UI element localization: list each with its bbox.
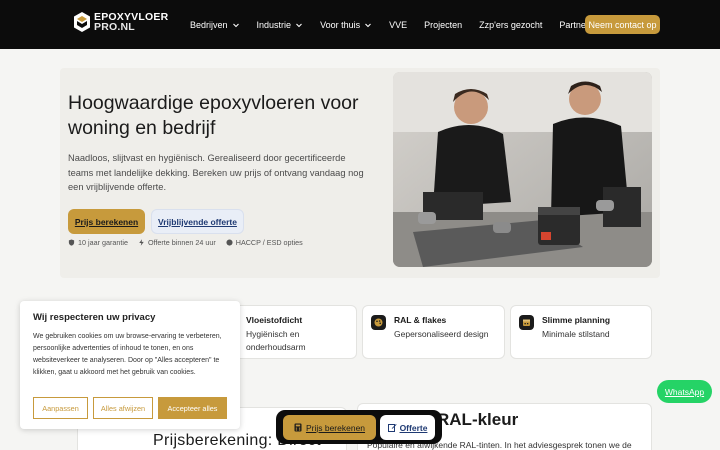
- feature-card-ral: RAL & flakes Gepersonaliseerd design: [362, 305, 505, 359]
- chevron-down-icon: [365, 23, 371, 27]
- shield-icon: [68, 239, 75, 246]
- chevron-down-icon: [232, 23, 239, 27]
- sticky-quote-button[interactable]: Offerte: [380, 415, 435, 440]
- menu-item-vve[interactable]: VVE: [389, 20, 407, 30]
- cookie-title: Wij respecteren uw privacy: [33, 312, 156, 323]
- menu-item-industrie[interactable]: Industrie: [257, 20, 304, 30]
- feature-title: Slimme planning: [542, 315, 611, 325]
- menu-label: Voor thuis: [320, 19, 361, 30]
- menu-label: Projecten: [424, 19, 463, 30]
- hero-description: Naadloos, slijtvast en hygiënisch. Gerea…: [68, 153, 364, 192]
- sticky-calculate-button[interactable]: Prijs berekenen: [283, 415, 376, 440]
- hero-photo-workers: [393, 72, 652, 267]
- cookie-accept-button[interactable]: Accepteer alles: [158, 397, 227, 419]
- feature-title: Vloeistofdicht: [246, 315, 303, 325]
- feature-subtitle: Gepersonaliseerd design: [394, 329, 489, 339]
- cookie-consent-banner: Wij respecteren uw privacy We gebruiken …: [20, 301, 240, 429]
- top-navbar: EPOXYVLOER PRO.NL Bedrijven Industrie Vo…: [0, 0, 720, 49]
- cookie-customize-button[interactable]: Aanpassen: [33, 397, 88, 419]
- menu-label: Industrie: [256, 19, 292, 30]
- calculator-icon: [294, 423, 302, 432]
- calculate-price-button[interactable]: Prijs berekenen: [68, 209, 145, 234]
- feature-subtitle: Minimale stilstand: [542, 329, 610, 339]
- free-quote-button[interactable]: Vrijblijvende offerte: [151, 209, 244, 234]
- badge-haccp: HACCP / ESD opties: [226, 238, 303, 247]
- hero-title: Hoogwaardige epoxyvloeren voor woning en…: [68, 92, 359, 139]
- brand-logo[interactable]: EPOXYVLOER PRO.NL: [74, 12, 168, 32]
- sticky-quote-label: Offerte: [399, 422, 428, 433]
- menu-item-projecten[interactable]: Projecten: [424, 20, 462, 30]
- menu-label: VVE: [389, 19, 408, 30]
- cookie-reject-button[interactable]: Alles afwijzen: [93, 397, 153, 419]
- menu-item-voor-thuis[interactable]: Voor thuis: [320, 20, 372, 30]
- trust-badges: 10 jaar garantie Offerte binnen 24 uur H…: [68, 238, 303, 247]
- lightning-icon: [139, 239, 144, 246]
- calendar-icon: [519, 315, 534, 330]
- badge-quote: Offerte binnen 24 uur: [138, 238, 216, 247]
- menu-label: Bedrijven: [190, 19, 228, 30]
- badge-label: 10 jaar garantie: [78, 238, 128, 247]
- badge-label: HACCP / ESD opties: [235, 238, 303, 247]
- whatsapp-button[interactable]: WhatsApp: [657, 380, 712, 403]
- sticky-calculate-label: Prijs berekenen: [305, 422, 366, 433]
- brand-line2: PRO.NL: [94, 21, 135, 33]
- ral-color-title: RAL-kleur: [437, 410, 519, 429]
- badge-warranty: 10 jaar garantie: [68, 238, 128, 247]
- brand-name: EPOXYVLOER PRO.NL: [94, 12, 168, 33]
- contact-button[interactable]: Neem contact op: [585, 15, 660, 34]
- main-menu: Bedrijven Industrie Voor thuis VVE Proje…: [190, 0, 610, 49]
- menu-item-bedrijven[interactable]: Bedrijven: [190, 20, 240, 30]
- edit-icon: [387, 424, 397, 432]
- logo-icon: [74, 12, 90, 32]
- chevron-down-icon: [296, 23, 302, 27]
- feature-title: RAL & flakes: [394, 315, 447, 325]
- cookie-text: We gebruiken cookies om uw browse-ervari…: [33, 333, 222, 376]
- menu-label: Zzp'ers gezocht: [479, 19, 543, 30]
- feature-card-planning: Slimme planning Minimale stilstand: [510, 305, 652, 359]
- menu-item-zzp[interactable]: Zzp'ers gezocht: [479, 20, 542, 30]
- feature-subtitle: Hygiënisch en onderhoudsarm: [246, 329, 306, 352]
- workers-illustration: [393, 72, 652, 267]
- badge-label: Offerte binnen 24 uur: [147, 238, 216, 247]
- palette-icon: [371, 315, 386, 330]
- circle-icon: [226, 239, 233, 246]
